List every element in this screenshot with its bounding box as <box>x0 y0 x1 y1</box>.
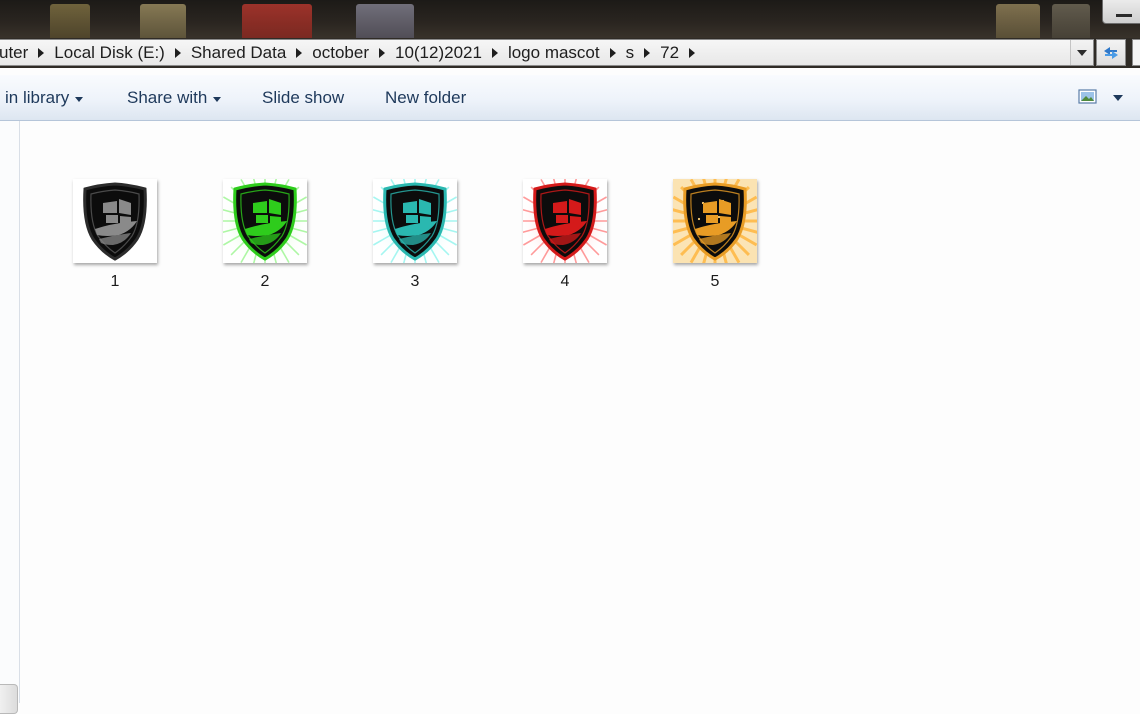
address-row: uter Local Disk (E:) Shared Data october 10(… <box>0 38 1140 68</box>
change-view-button[interactable] <box>1078 88 1098 106</box>
ship-shield-icon <box>673 179 757 263</box>
refresh-icon <box>1104 46 1118 59</box>
chevron-right-icon[interactable] <box>38 47 45 58</box>
ship-shield-icon <box>523 179 607 263</box>
ship-shield-icon <box>223 179 307 263</box>
search-input[interactable] <box>1132 39 1140 66</box>
file-item[interactable]: 5 <box>660 177 770 297</box>
breadcrumb-item[interactable]: 10(12)2021 <box>389 40 488 65</box>
chevron-right-icon[interactable] <box>644 47 651 58</box>
file-item[interactable]: 4 <box>510 177 620 297</box>
chevron-right-icon[interactable] <box>491 47 498 58</box>
file-item[interactable]: 2 <box>210 177 320 297</box>
desktop-folder-icon <box>996 4 1040 40</box>
chevron-down-icon <box>213 96 222 102</box>
breadcrumb-item[interactable]: s <box>620 40 641 65</box>
desktop-folder-icon <box>50 4 90 40</box>
new-folder-label: New folder <box>385 88 467 107</box>
file-thumbnail <box>673 179 757 263</box>
file-thumbnail <box>73 179 157 263</box>
share-with-label: Share with <box>127 88 208 107</box>
navigation-pane <box>0 121 20 714</box>
slide-show-label: Slide show <box>262 88 345 107</box>
share-with-button[interactable]: Share with <box>127 75 222 121</box>
file-thumbnail <box>373 179 457 263</box>
include-in-library-label: in library <box>5 88 70 107</box>
command-bar: in library Share with Slide show New fol… <box>0 75 1140 121</box>
file-item[interactable]: 3 <box>360 177 470 297</box>
chevron-down-icon <box>1077 49 1087 56</box>
chevron-right-icon[interactable] <box>378 47 385 58</box>
chevron-right-icon[interactable] <box>689 47 696 58</box>
slide-show-button[interactable]: Slide show <box>262 75 344 121</box>
breadcrumb-item[interactable]: Shared Data <box>185 40 292 65</box>
address-history-button[interactable] <box>1070 40 1093 65</box>
refresh-button[interactable] <box>1096 39 1126 66</box>
desktop-folder-icon <box>1052 4 1090 40</box>
breadcrumb-item[interactable]: 72 <box>654 40 685 65</box>
file-name: 3 <box>410 273 420 290</box>
minimize-icon <box>1116 14 1132 17</box>
view-options-chevron-icon[interactable] <box>1113 95 1123 101</box>
breadcrumb: uter Local Disk (E:) Shared Data october 10(… <box>0 40 1070 65</box>
breadcrumb-item[interactable]: logo mascot <box>502 40 606 65</box>
chevron-right-icon[interactable] <box>296 47 303 58</box>
file-name: 4 <box>560 273 570 290</box>
breadcrumb-item[interactable]: october <box>306 40 375 65</box>
file-item[interactable]: 1 <box>60 177 170 297</box>
desktop-document-icon <box>140 4 186 40</box>
include-in-library-button[interactable]: in library <box>5 75 84 121</box>
address-bar[interactable]: uter Local Disk (E:) Shared Data october 10(… <box>0 39 1094 66</box>
chevron-right-icon[interactable] <box>174 47 181 58</box>
navigation-pane-scrollbar[interactable] <box>0 684 18 714</box>
breadcrumb-item[interactable]: uter <box>0 40 34 65</box>
desktop-app-icon <box>242 4 312 40</box>
chevron-down-icon <box>75 96 84 102</box>
desktop-shortcut-icon <box>356 4 414 40</box>
file-name: 5 <box>710 273 720 290</box>
breadcrumb-item[interactable]: Local Disk (E:) <box>48 40 171 65</box>
file-list: 1 2 3 4 5 <box>21 121 1140 703</box>
view-icon <box>1078 89 1097 104</box>
chevron-right-icon[interactable] <box>609 47 616 58</box>
file-thumbnail <box>223 179 307 263</box>
minimize-button[interactable] <box>1102 0 1140 24</box>
desktop-background <box>0 0 1140 40</box>
ship-shield-icon <box>73 179 157 263</box>
file-thumbnail <box>523 179 607 263</box>
file-name: 1 <box>110 273 120 290</box>
new-folder-button[interactable]: New folder <box>385 75 466 121</box>
file-name: 2 <box>260 273 270 290</box>
ship-shield-icon <box>373 179 457 263</box>
